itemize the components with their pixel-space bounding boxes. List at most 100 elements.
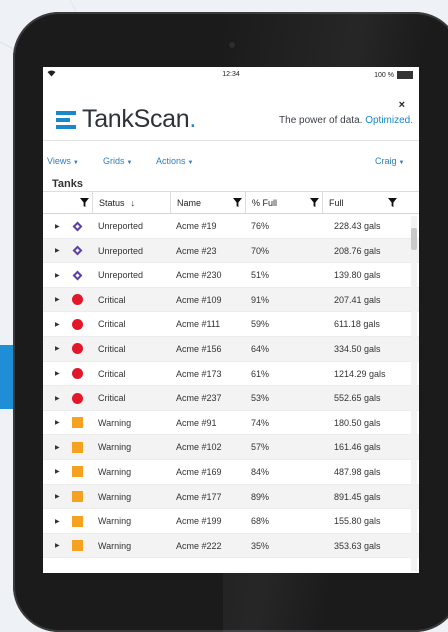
scrollbar[interactable] [411,216,417,571]
critical-circle-icon [71,312,83,336]
table-row[interactable]: ▶ Critical Acme #237 53% 552.65 gals [43,386,419,411]
status-cell: Critical [98,393,126,404]
table-row[interactable]: ▶ Unreported Acme #23 70% 208.76 gals [43,238,419,264]
full-cell: 353.63 gals [334,540,381,551]
scrollbar-thumb[interactable] [411,228,417,250]
table-row[interactable]: ▶ Unreported Acme #19 76% 228.43 gals [43,214,419,239]
expand-row-icon[interactable]: ▶ [55,460,60,484]
table-row[interactable]: ▶ Critical Acme #109 91% 207.41 gals [43,287,419,313]
expand-row-icon[interactable]: ▶ [55,288,60,312]
tagline: The power of data. Optimized. [279,115,413,126]
status-cell: Warning [98,417,132,428]
unreported-diamond-icon [71,239,83,263]
name-cell: Acme #237 [176,393,222,404]
expand-row-icon[interactable]: ▶ [55,534,60,558]
sort-descending-icon: ↓ [130,197,136,208]
user-menu[interactable]: Craig ▼ [375,156,404,166]
expand-row-icon[interactable]: ▶ [55,263,60,287]
pct-full-cell: 59% [251,319,270,330]
warning-square-icon [71,411,83,435]
table-row[interactable]: ▶ Critical Acme #111 59% 611.18 gals [43,312,419,337]
full-cell: 139.80 gals [334,270,381,281]
table-row[interactable]: ▶ Warning Acme #91 74% 180.50 gals [43,411,419,436]
full-cell: 552.65 gals [334,393,381,404]
caret-down-icon: ▼ [398,160,405,166]
critical-circle-icon [71,362,83,386]
table-row[interactable]: ▶ Warning Acme #199 68% 155.80 gals [43,509,419,534]
pct-full-cell: 68% [251,516,270,527]
expand-row-icon[interactable]: ▶ [55,386,60,410]
pct-full-cell: 89% [251,491,270,502]
full-cell: 228.43 gals [334,221,381,231]
tanks-grid: Status ↓ Name % Full Full ▶ Unreported Acme… [43,191,419,559]
battery-icon [397,71,413,79]
app-header: TankScan. × The power of data. Optimized… [43,83,419,141]
expand-row-icon[interactable]: ▶ [55,362,60,386]
name-cell: Acme #173 [176,368,222,379]
status-cell: Critical [98,294,126,305]
table-row[interactable]: ▶ Unreported Acme #230 51% 139.80 gals [43,263,419,288]
pct-full-cell: 84% [251,466,270,477]
expand-row-icon[interactable]: ▶ [55,214,60,238]
name-cell: Acme #91 [176,417,217,428]
full-cell: 161.46 gals [334,442,381,453]
name-cell: Acme #199 [176,516,222,527]
nav-bar: Views ▼ Grids ▼ Actions ▼ Craig ▼ [43,141,419,179]
app-screen: 12:34 100 % TankScan. × The power of dat… [43,67,419,573]
caret-down-icon: ▼ [187,160,194,166]
name-cell: Acme #109 [176,294,222,305]
expand-row-icon[interactable]: ▶ [55,312,60,336]
pct-full-cell: 61% [251,368,270,379]
filter-icon[interactable] [233,198,242,207]
table-row[interactable]: ▶ Warning Acme #177 89% 891.45 gals [43,484,419,510]
expand-row-icon[interactable]: ▶ [55,337,60,361]
tankscan-logo: TankScan. [56,105,196,134]
full-cell: 487.98 gals [334,466,381,477]
views-menu[interactable]: Views ▼ [47,156,79,166]
expand-row-icon[interactable]: ▶ [55,239,60,263]
logo-mark-icon [56,110,76,129]
name-cell: Acme #230 [176,270,222,281]
full-cell: 208.76 gals [334,245,381,256]
pct-full-cell: 76% [251,221,270,231]
filter-icon[interactable] [388,198,397,207]
name-cell: Acme #222 [176,540,222,551]
table-row[interactable]: ▶ Warning Acme #102 57% 161.46 gals [43,435,419,460]
tagline-accent: Optimized. [365,115,413,126]
expand-row-icon[interactable]: ▶ [55,435,60,459]
pct-full-cell: 64% [251,343,270,354]
status-cell: Warning [98,442,132,453]
pct-full-cell: 51% [251,270,270,281]
full-cell: 180.50 gals [334,417,381,428]
filter-icon[interactable] [80,198,89,207]
warning-square-icon [71,460,83,484]
table-row[interactable]: ▶ Warning Acme #222 35% 353.63 gals [43,533,419,559]
critical-circle-icon [71,337,83,361]
status-cell: Warning [98,491,132,502]
name-cell: Acme #19 [176,221,217,231]
critical-circle-icon [71,288,83,312]
expand-row-icon[interactable]: ▶ [55,411,60,435]
full-cell: 207.41 gals [334,294,381,305]
section-title: Tanks [52,178,83,190]
filter-icon[interactable] [310,198,319,207]
name-cell: Acme #156 [176,343,222,354]
status-bar: 12:34 100 % [43,67,419,83]
actions-menu[interactable]: Actions ▼ [156,156,193,166]
table-row[interactable]: ▶ Critical Acme #173 61% 1214.29 gals [43,362,419,387]
full-cell: 891.45 gals [334,491,381,502]
grids-menu[interactable]: Grids ▼ [103,156,132,166]
expand-row-icon[interactable]: ▶ [55,485,60,509]
name-cell: Acme #23 [176,245,217,256]
table-row[interactable]: ▶ Warning Acme #169 84% 487.98 gals [43,460,419,485]
status-column-header[interactable]: Status ↓ [92,192,170,213]
status-cell: Critical [98,319,126,330]
expand-row-icon[interactable]: ▶ [55,509,60,533]
pct-full-cell: 35% [251,540,270,551]
close-icon[interactable]: × [399,99,405,111]
status-cell: Critical [98,368,126,379]
name-cell: Acme #111 [176,319,221,330]
name-cell: Acme #177 [176,491,222,502]
table-row[interactable]: ▶ Critical Acme #156 64% 334.50 gals [43,336,419,362]
unreported-diamond-icon [71,214,83,238]
